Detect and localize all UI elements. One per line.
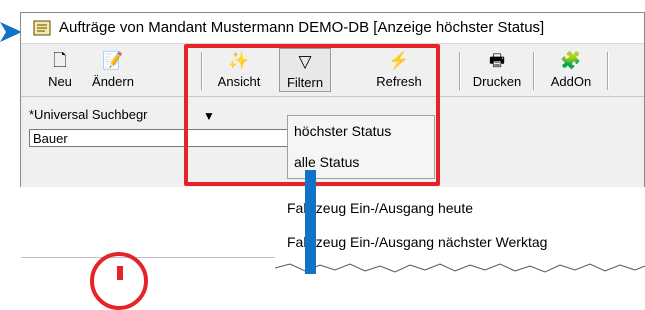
pointer-arrow-icon (0, 22, 22, 42)
edit-button[interactable]: 📝 Ändern (85, 48, 141, 92)
toolbar-separator (533, 52, 535, 90)
highlight-frame (184, 44, 440, 186)
addon-icon: 🧩 (560, 51, 582, 70)
printer-icon: 🖶 (488, 51, 506, 70)
warning-mark (117, 266, 123, 280)
torn-edge (275, 263, 645, 273)
toolbar-separator (459, 52, 461, 90)
edit-icon: 📝 (102, 51, 124, 70)
orders-window-icon (33, 20, 51, 36)
toolbar-separator (607, 52, 609, 90)
menu-item-vehicle-next-workday[interactable]: Fahrzeug Ein-/Ausgang nächster Werktag (287, 234, 547, 250)
blue-pointer-bar (305, 170, 316, 274)
window-title: Aufträge von Mandant Mustermann DEMO-DB … (59, 19, 545, 36)
title-bar: Aufträge von Mandant Mustermann DEMO-DB … (21, 13, 644, 44)
addon-button[interactable]: 🧩 AddOn (539, 48, 603, 92)
print-button[interactable]: 🖶 Drucken (465, 48, 529, 92)
new-button[interactable]: 🗋 Neu (37, 48, 83, 92)
secondary-menu: Fahrzeug Ein-/Ausgang heute Fahrzeug Ein… (275, 188, 645, 274)
warning-circle-icon (90, 252, 148, 310)
new-document-icon: 🗋 (53, 51, 67, 70)
